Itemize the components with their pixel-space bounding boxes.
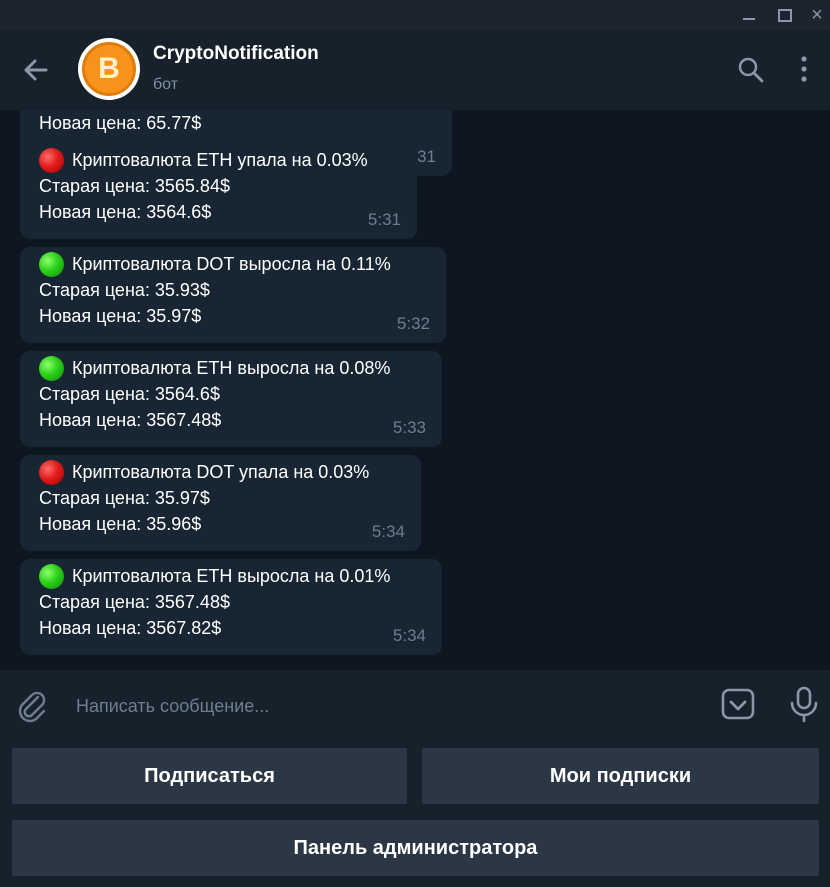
admin-panel-button[interactable]: Панель администратора: [12, 820, 819, 876]
red-circle-icon: [39, 459, 64, 485]
message-time: 5:31: [367, 210, 401, 229]
bot-keyboard-icon[interactable]: [720, 686, 756, 722]
green-circle-icon: [39, 563, 64, 589]
my-subscriptions-button[interactable]: Мои подписки: [422, 748, 819, 804]
message-bubble[interactable]: Криптовалюта ETH упала на 0.03% Старая ц…: [20, 143, 417, 239]
chat-header: B CryptoNotification бот: [0, 30, 830, 110]
window-titlebar: ×: [0, 0, 830, 30]
message-input-bar: [0, 670, 830, 740]
message-time: 5:34: [371, 522, 405, 541]
close-icon[interactable]: ×: [806, 4, 828, 26]
message-time: 5:33: [392, 418, 426, 437]
message-bubble[interactable]: Криптовалюта ETH выросла на 0.01% Старая…: [20, 559, 442, 655]
subscribe-button[interactable]: Подписаться: [12, 748, 407, 804]
message-input[interactable]: [74, 688, 698, 724]
attach-icon[interactable]: [14, 686, 52, 724]
more-vertical-icon[interactable]: [792, 52, 816, 86]
minimize-icon[interactable]: [739, 4, 761, 26]
message-old-price: Старая цена: 3567.48$: [39, 592, 230, 612]
message-new-price: Новая цена: 3567.82$: [39, 618, 222, 638]
message-new-price: Новая цена: 3564.6$: [39, 202, 212, 222]
chat-title[interactable]: CryptoNotification: [153, 43, 319, 65]
message-new-price: Новая цена: 3567.48$: [39, 410, 222, 430]
bot-keyboard: Подписаться Мои подписки Панель админист…: [0, 740, 830, 887]
message-time: 5:32: [396, 314, 430, 333]
avatar-letter: B: [98, 52, 120, 85]
message-old-price: Старая цена: 3564.6$: [39, 384, 220, 404]
message-headline: Криптовалюта ETH выросла на 0.01%: [72, 566, 391, 586]
green-circle-icon: [39, 355, 64, 381]
message-time: 5:34: [392, 626, 426, 645]
message-old-price: Старая цена: 35.97$: [39, 488, 210, 508]
maximize-icon[interactable]: [773, 4, 795, 26]
message-new-price: Новая цена: 35.97$: [39, 306, 202, 326]
message-bubble[interactable]: Криптовалюта ETH выросла на 0.08% Старая…: [20, 351, 442, 447]
message-headline: Криптовалюта ETH выросла на 0.08%: [72, 358, 391, 378]
red-circle-icon: [39, 147, 64, 173]
message-headline: Криптовалюта ETH упала на 0.03%: [72, 150, 368, 170]
message-new-price: Новая цена: 65.77$: [39, 113, 202, 133]
green-circle-icon: [39, 251, 64, 277]
message-list[interactable]: Новая цена: 65.77$ 5:31 Криптовалюта ETH…: [0, 110, 830, 670]
chat-subtitle: бот: [153, 76, 179, 93]
message-headline: Криптовалюта DOT упала на 0.03%: [72, 462, 370, 482]
message-new-price: Новая цена: 35.96$: [39, 514, 202, 534]
search-icon[interactable]: [736, 55, 766, 85]
message-old-price: Старая цена: 3565.84$: [39, 176, 230, 196]
message-headline: Криптовалюта DOT выросла на 0.11%: [72, 254, 391, 274]
message-bubble[interactable]: Криптовалюта DOT выросла на 0.11% Старая…: [20, 247, 446, 343]
bitcoin-avatar[interactable]: B: [78, 38, 140, 100]
message-old-price: Старая цена: 35.93$: [39, 280, 210, 300]
microphone-icon[interactable]: [786, 684, 822, 724]
back-arrow-icon[interactable]: [18, 52, 54, 88]
message-bubble[interactable]: Криптовалюта DOT упала на 0.03% Старая ц…: [20, 455, 421, 551]
